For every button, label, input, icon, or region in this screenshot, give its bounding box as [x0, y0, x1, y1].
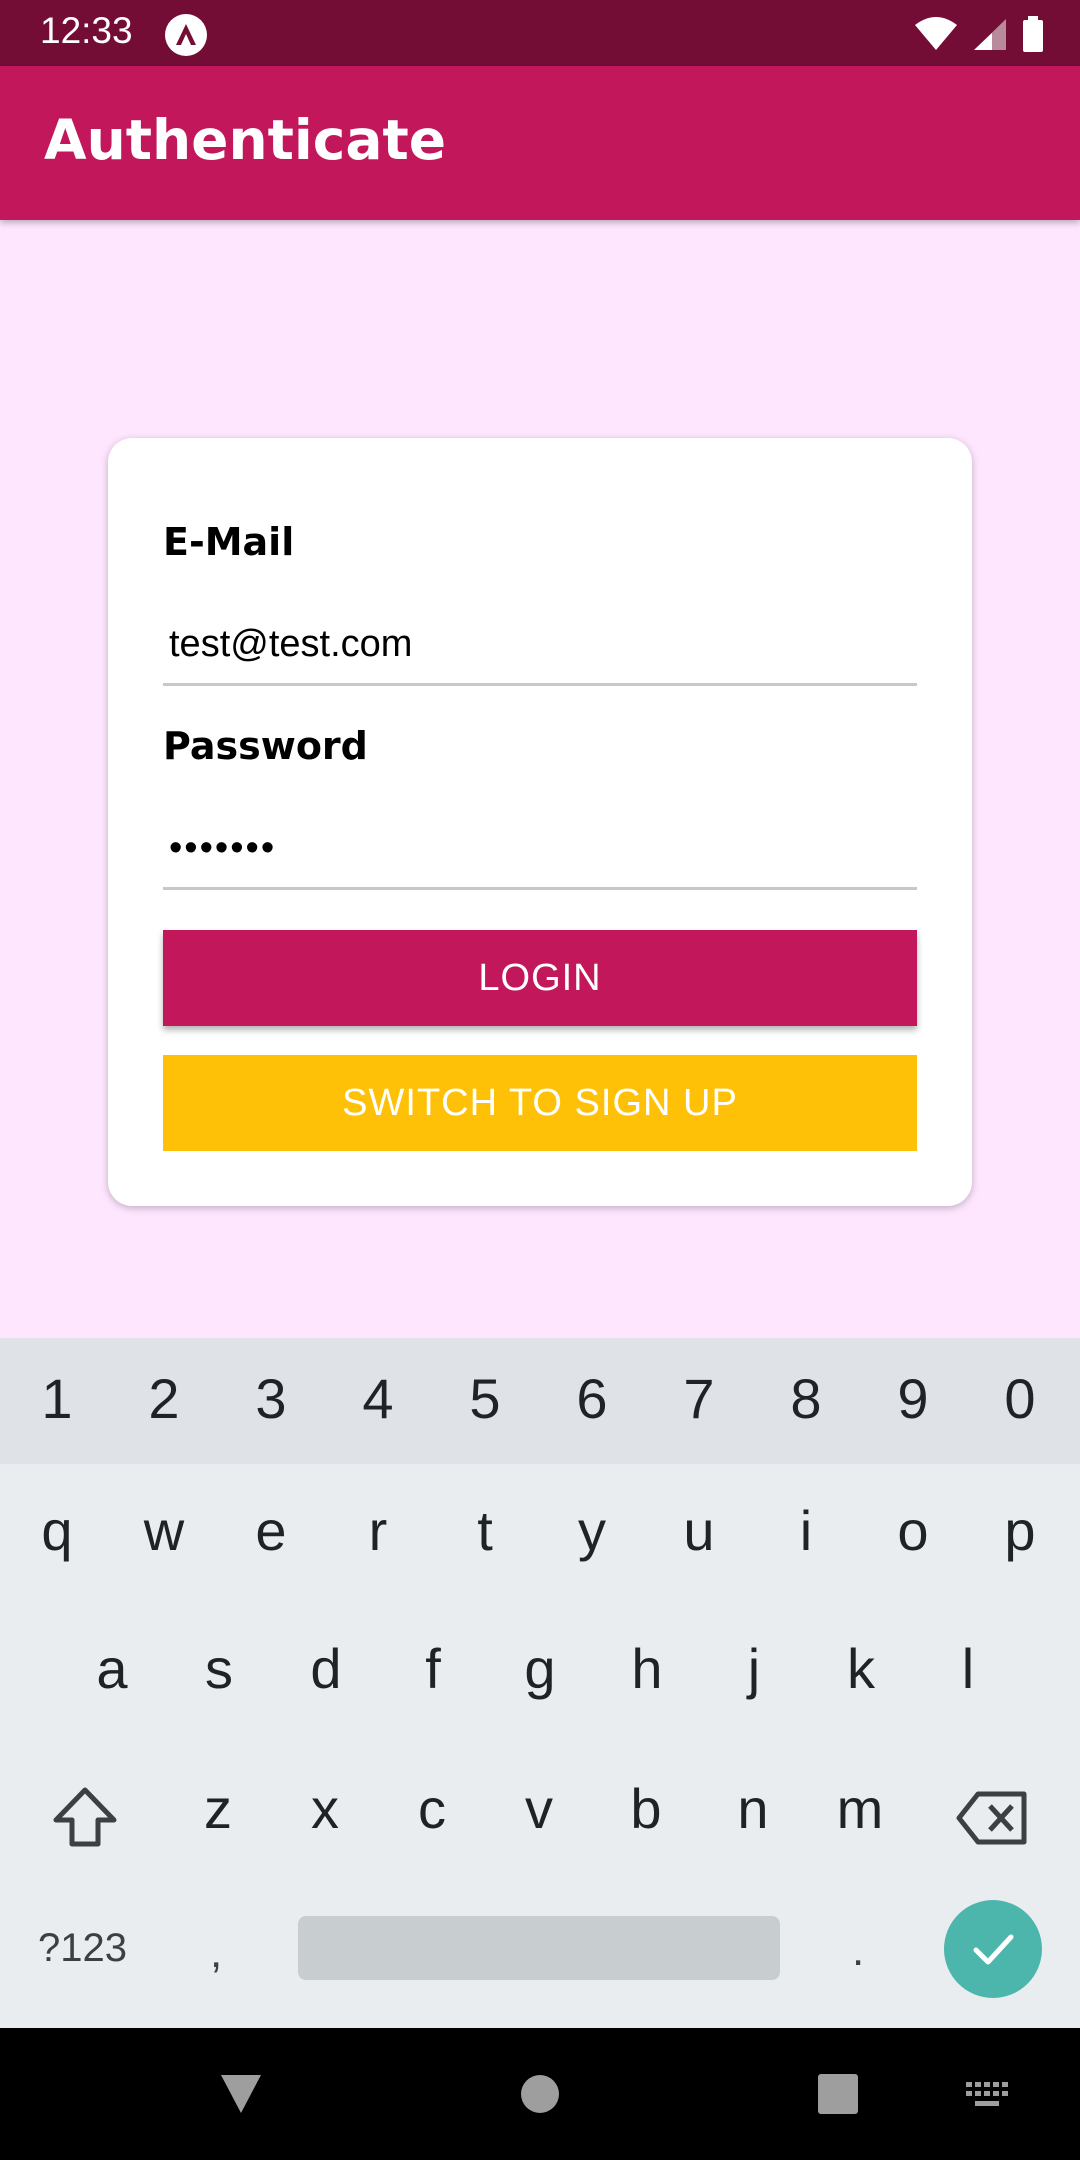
check-icon [973, 1934, 1014, 1965]
key-2[interactable]: 2 [124, 1366, 204, 1431]
key-3[interactable]: 3 [231, 1366, 311, 1431]
key-e[interactable]: e [231, 1498, 311, 1563]
key-v[interactable]: v [499, 1776, 579, 1841]
password-label: Password [163, 724, 368, 768]
key-j[interactable]: j [714, 1636, 794, 1701]
period-key[interactable]: . [852, 1926, 864, 1976]
key-h[interactable]: h [607, 1636, 687, 1701]
soft-keyboard: 1234567890 qwertyuiop asdfghjkl zxcvbnm ?12… [0, 1338, 1080, 2028]
key-s[interactable]: s [179, 1636, 259, 1701]
home-icon[interactable] [520, 2074, 560, 2114]
status-icons [914, 16, 1044, 52]
login-button[interactable]: LOGIN [163, 930, 917, 1026]
enter-key[interactable] [944, 1900, 1042, 1998]
app-notification-icon [165, 14, 207, 56]
switch-to-signup-button[interactable]: SWITCH TO SIGN UP [163, 1055, 917, 1151]
status-bar: 12:33 [0, 0, 1080, 66]
status-time: 12:33 [40, 10, 133, 51]
key-0[interactable]: 0 [980, 1366, 1060, 1431]
navigation-bar [0, 2028, 1080, 2160]
recents-icon[interactable] [818, 2074, 858, 2114]
email-label: E-Mail [163, 520, 295, 564]
signal-icon [974, 19, 1006, 50]
page-title: Authenticate [44, 108, 447, 172]
key-m[interactable]: m [820, 1776, 900, 1841]
password-field[interactable] [163, 810, 917, 890]
key-w[interactable]: w [124, 1498, 204, 1563]
key-g[interactable]: g [500, 1636, 580, 1701]
battery-icon [1023, 16, 1043, 52]
key-x[interactable]: x [285, 1776, 365, 1841]
key-p[interactable]: p [980, 1498, 1060, 1563]
space-key[interactable] [298, 1916, 780, 1980]
key-o[interactable]: o [873, 1498, 953, 1563]
key-n[interactable]: n [713, 1776, 793, 1841]
key-k[interactable]: k [821, 1636, 901, 1701]
key-1[interactable]: 1 [17, 1366, 97, 1431]
key-u[interactable]: u [659, 1498, 739, 1563]
auth-card: E-Mail Password LOGIN SWITCH TO SIGN UP [108, 438, 972, 1206]
wifi-icon [915, 17, 957, 50]
key-d[interactable]: d [286, 1636, 366, 1701]
backspace-icon[interactable] [956, 1790, 1028, 1851]
key-y[interactable]: y [552, 1498, 632, 1563]
back-icon[interactable] [218, 2072, 264, 2116]
key-r[interactable]: r [338, 1498, 418, 1563]
key-9[interactable]: 9 [873, 1366, 953, 1431]
email-field[interactable] [163, 606, 917, 686]
symbols-key[interactable]: ?123 [38, 1926, 127, 1971]
app-bar: Authenticate [0, 66, 1080, 220]
keyboard-switch-icon[interactable] [964, 2080, 1010, 2110]
key-c[interactable]: c [392, 1776, 472, 1841]
key-7[interactable]: 7 [659, 1366, 739, 1431]
key-t[interactable]: t [445, 1498, 525, 1563]
key-z[interactable]: z [178, 1776, 258, 1841]
key-4[interactable]: 4 [338, 1366, 418, 1431]
key-l[interactable]: l [928, 1636, 1008, 1701]
key-f[interactable]: f [393, 1636, 473, 1701]
key-8[interactable]: 8 [766, 1366, 846, 1431]
key-6[interactable]: 6 [552, 1366, 632, 1431]
key-q[interactable]: q [17, 1498, 97, 1563]
key-a[interactable]: a [72, 1636, 152, 1701]
comma-key[interactable]: , [210, 1928, 222, 1978]
shift-icon[interactable] [52, 1786, 118, 1853]
key-5[interactable]: 5 [445, 1366, 525, 1431]
key-b[interactable]: b [606, 1776, 686, 1841]
key-i[interactable]: i [766, 1498, 846, 1563]
